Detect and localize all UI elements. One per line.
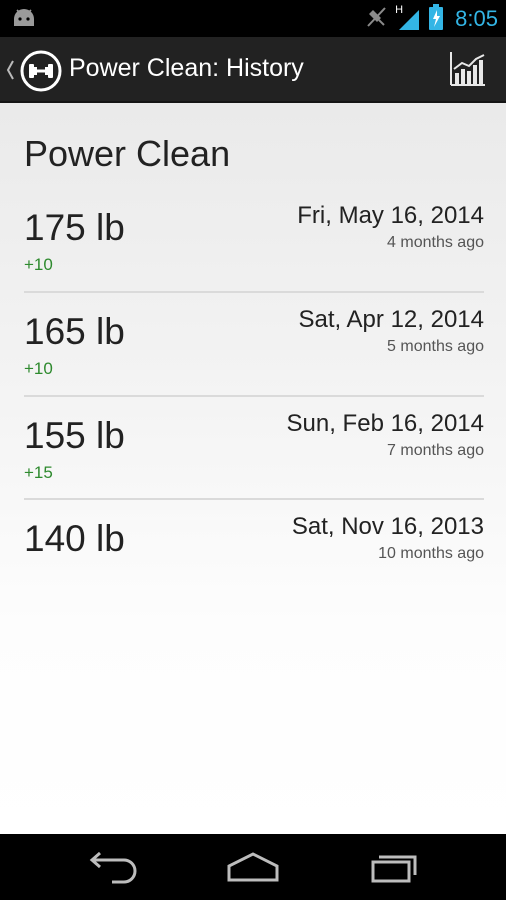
entry-delta: +10: [24, 359, 53, 378]
battery-charging-icon: [429, 4, 444, 34]
history-entry[interactable]: 140 lb Sat, Nov 16, 2013 10 months ago: [0, 508, 506, 612]
recent-apps-icon[interactable]: [365, 850, 425, 884]
action-bar-title: Power Clean: History: [69, 54, 304, 82]
back-icon[interactable]: [84, 850, 144, 884]
entry-weight: 175 lb: [24, 207, 125, 248]
entry-date: Fri, May 16, 2014: [297, 202, 484, 229]
page-title: Power Clean: [24, 133, 231, 174]
history-entry[interactable]: 155 lb +15 Sun, Feb 16, 2014 7 months ag…: [0, 405, 506, 509]
status-bar: H 8:05: [0, 0, 506, 37]
entry-relative-time: 5 months ago: [387, 338, 484, 355]
entry-weight: 140 lb: [24, 518, 125, 559]
entry-delta: +15: [24, 463, 53, 482]
history-content: Power Clean 175 lb +10 Fri, May 16, 2014…: [0, 103, 506, 834]
entry-delta: +10: [24, 255, 53, 274]
home-icon[interactable]: [223, 850, 283, 884]
no-sync-icon: [367, 6, 387, 32]
chart-icon[interactable]: [448, 49, 488, 89]
entry-relative-time: 10 months ago: [378, 545, 484, 562]
status-time: 8:05: [455, 6, 498, 31]
entry-relative-time: 7 months ago: [387, 442, 484, 459]
divider: [24, 498, 484, 500]
history-entry[interactable]: 165 lb +10 Sat, Apr 12, 2014 5 months ag…: [0, 301, 506, 405]
entry-date: Sat, Apr 12, 2014: [298, 306, 484, 333]
dumbbell-icon[interactable]: [20, 50, 62, 96]
navigation-bar: [0, 834, 506, 900]
divider: [24, 395, 484, 397]
divider: [24, 291, 484, 293]
history-entry[interactable]: 175 lb +10 Fri, May 16, 2014 4 months ag…: [0, 197, 506, 301]
entry-date: Sat, Nov 16, 2013: [291, 513, 484, 540]
entry-date: Sun, Feb 16, 2014: [286, 410, 484, 437]
action-bar: Power Clean: History: [0, 37, 506, 103]
entry-weight: 155 lb: [24, 415, 125, 456]
up-caret-icon[interactable]: [5, 59, 15, 85]
entry-weight: 165 lb: [24, 311, 125, 352]
signal-icon: H: [395, 4, 421, 32]
entry-relative-time: 4 months ago: [387, 234, 484, 251]
android-notification-icon: [12, 8, 36, 30]
